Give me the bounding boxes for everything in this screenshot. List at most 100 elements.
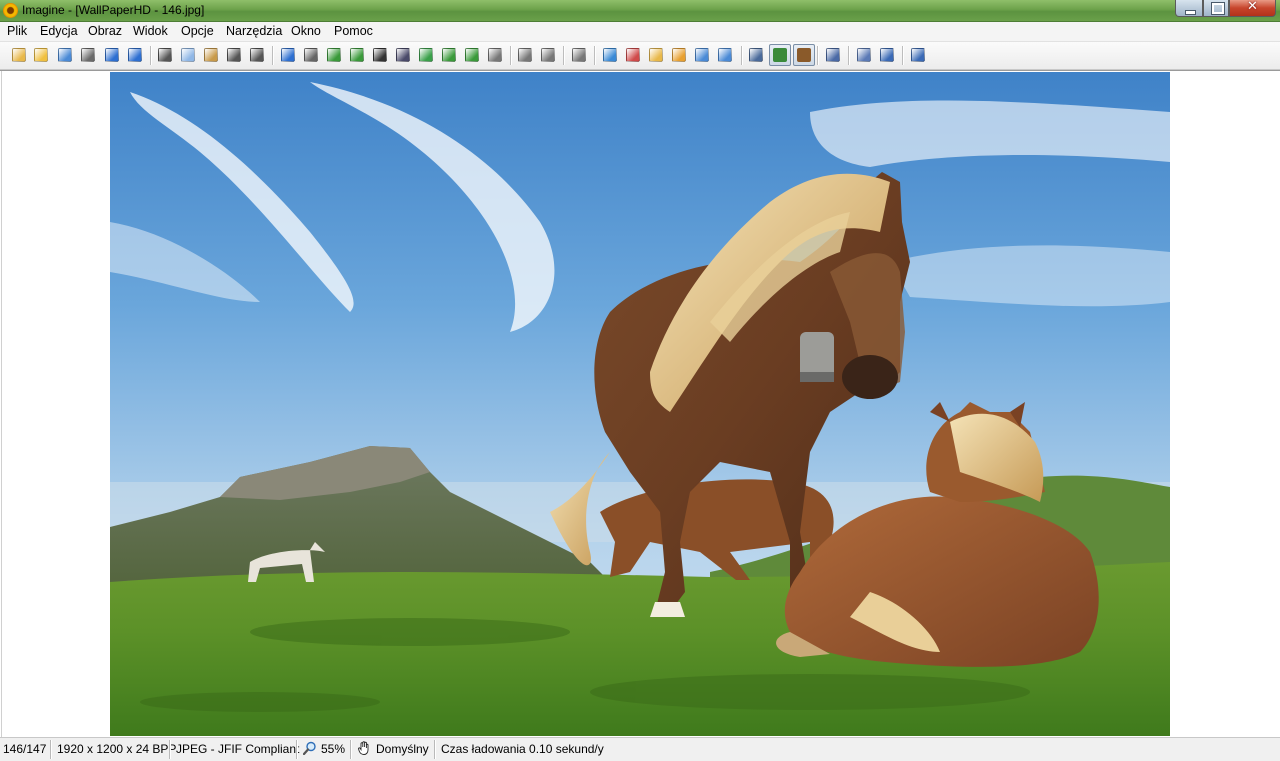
menu-widok[interactable]: Widok [133,24,168,38]
effects-button[interactable] [487,47,503,63]
redo-icon [250,48,264,62]
help-button[interactable] [910,47,926,63]
color-adjust-icon [419,48,433,62]
paste-icon [204,48,218,62]
close-button[interactable]: ✕ [1229,0,1276,17]
save-button[interactable] [57,47,73,63]
previous-arrow-button[interactable] [104,47,120,63]
fit-window-button[interactable] [671,47,687,63]
menu-narzedzia[interactable]: Narzędzia [226,24,282,38]
wrench-button[interactable] [825,47,841,63]
image-button[interactable] [395,47,411,63]
rotate-button[interactable] [464,47,480,63]
batch-button[interactable] [879,47,895,63]
toolbar-separator [510,46,511,65]
status-load-time: Czas ładowania 0.10 sekund/y [441,742,604,756]
copy-icon [181,48,195,62]
zoom-in-button[interactable] [602,47,618,63]
next-arrow-button[interactable] [127,47,143,63]
cut-icon [158,48,172,62]
menu-pomoc[interactable]: Pomoc [334,24,373,38]
redo-button[interactable] [249,47,265,63]
image-icon [396,48,410,62]
crop-button[interactable] [540,47,556,63]
status-divider [169,740,170,759]
print-icon [81,48,95,62]
title-bar: Imagine - [WallPaperHD - 146.jpg] ✕ [0,0,1280,22]
slideshow-button[interactable] [769,44,791,66]
toolbar-separator [563,46,564,65]
menu-edycja[interactable]: Edycja [40,24,78,38]
gradient-button[interactable] [372,47,388,63]
photo-horses-icon [110,72,1170,736]
toolbar-separator [272,46,273,65]
fullscreen-button[interactable] [717,47,733,63]
fit-window-icon [672,48,686,62]
minimize-button[interactable] [1175,0,1203,17]
status-divider [296,740,297,759]
wrench-icon [826,48,840,62]
acquire-button[interactable] [326,47,342,63]
help-icon [911,48,925,62]
zoom-fit-button[interactable] [648,47,664,63]
close-icon: ✕ [1247,0,1258,14]
scan-button[interactable] [349,47,365,63]
sunflower-app-icon[interactable] [3,3,18,18]
camera-button[interactable] [303,47,319,63]
fullscreen-icon [718,48,732,62]
cut-button[interactable] [157,47,173,63]
status-format: JPEG - JFIF Compliant [176,742,300,756]
zoom-out-icon [626,48,640,62]
toolbar-separator [741,46,742,65]
convert-button[interactable] [441,47,457,63]
copy-button[interactable] [180,47,196,63]
toolbar-separator [594,46,595,65]
open-folder-icon [34,48,48,62]
window-title: Imagine - [WallPaperHD - 146.jpg] [22,3,205,17]
status-index: 146/147 [3,742,47,756]
paste-button[interactable] [203,47,219,63]
status-divider [50,740,51,759]
menu-plik[interactable]: Plik [7,24,27,38]
magnifier-icon [303,741,316,755]
zoom-out-button[interactable] [625,47,641,63]
crop-icon [541,48,555,62]
toolbar-separator [902,46,903,65]
undo-button[interactable] [226,47,242,63]
actual-size-button[interactable] [694,47,710,63]
menu-opcje[interactable]: Opcje [181,24,214,38]
batch-icon [880,48,894,62]
refresh-button[interactable] [571,47,587,63]
paint-brush-button[interactable] [793,44,815,66]
image-viewport[interactable] [0,70,1280,738]
maximize-button[interactable] [1203,0,1229,17]
thumbnails-button[interactable] [856,47,872,63]
print-button[interactable] [80,47,96,63]
monitor-button[interactable] [748,47,764,63]
toolbar-separator [848,46,849,65]
open-folder-button[interactable] [33,47,49,63]
paint-brush-icon [797,48,811,62]
info-button[interactable] [280,47,296,63]
info-icon [281,48,295,62]
toolbar [0,42,1280,70]
zoom-fit-icon [649,48,663,62]
viewport-edge [1,71,2,738]
camera-icon [304,48,318,62]
save-icon [58,48,72,62]
zoom-select-icon [518,48,532,62]
status-bar: 146/147 1920 x 1200 x 24 BPP JPEG - JFIF… [0,737,1280,761]
zoom-select-button[interactable] [517,47,533,63]
status-divider [434,740,435,759]
refresh-icon [572,48,586,62]
toolbar-separator [817,46,818,65]
status-mode: Domyślny [376,742,429,756]
color-adjust-button[interactable] [418,47,434,63]
new-button[interactable] [11,47,27,63]
next-arrow-icon [128,48,142,62]
convert-icon [442,48,456,62]
menu-obraz[interactable]: Obraz [88,24,122,38]
monitor-icon [749,48,763,62]
gradient-icon [373,48,387,62]
menu-okno[interactable]: Okno [291,24,321,38]
